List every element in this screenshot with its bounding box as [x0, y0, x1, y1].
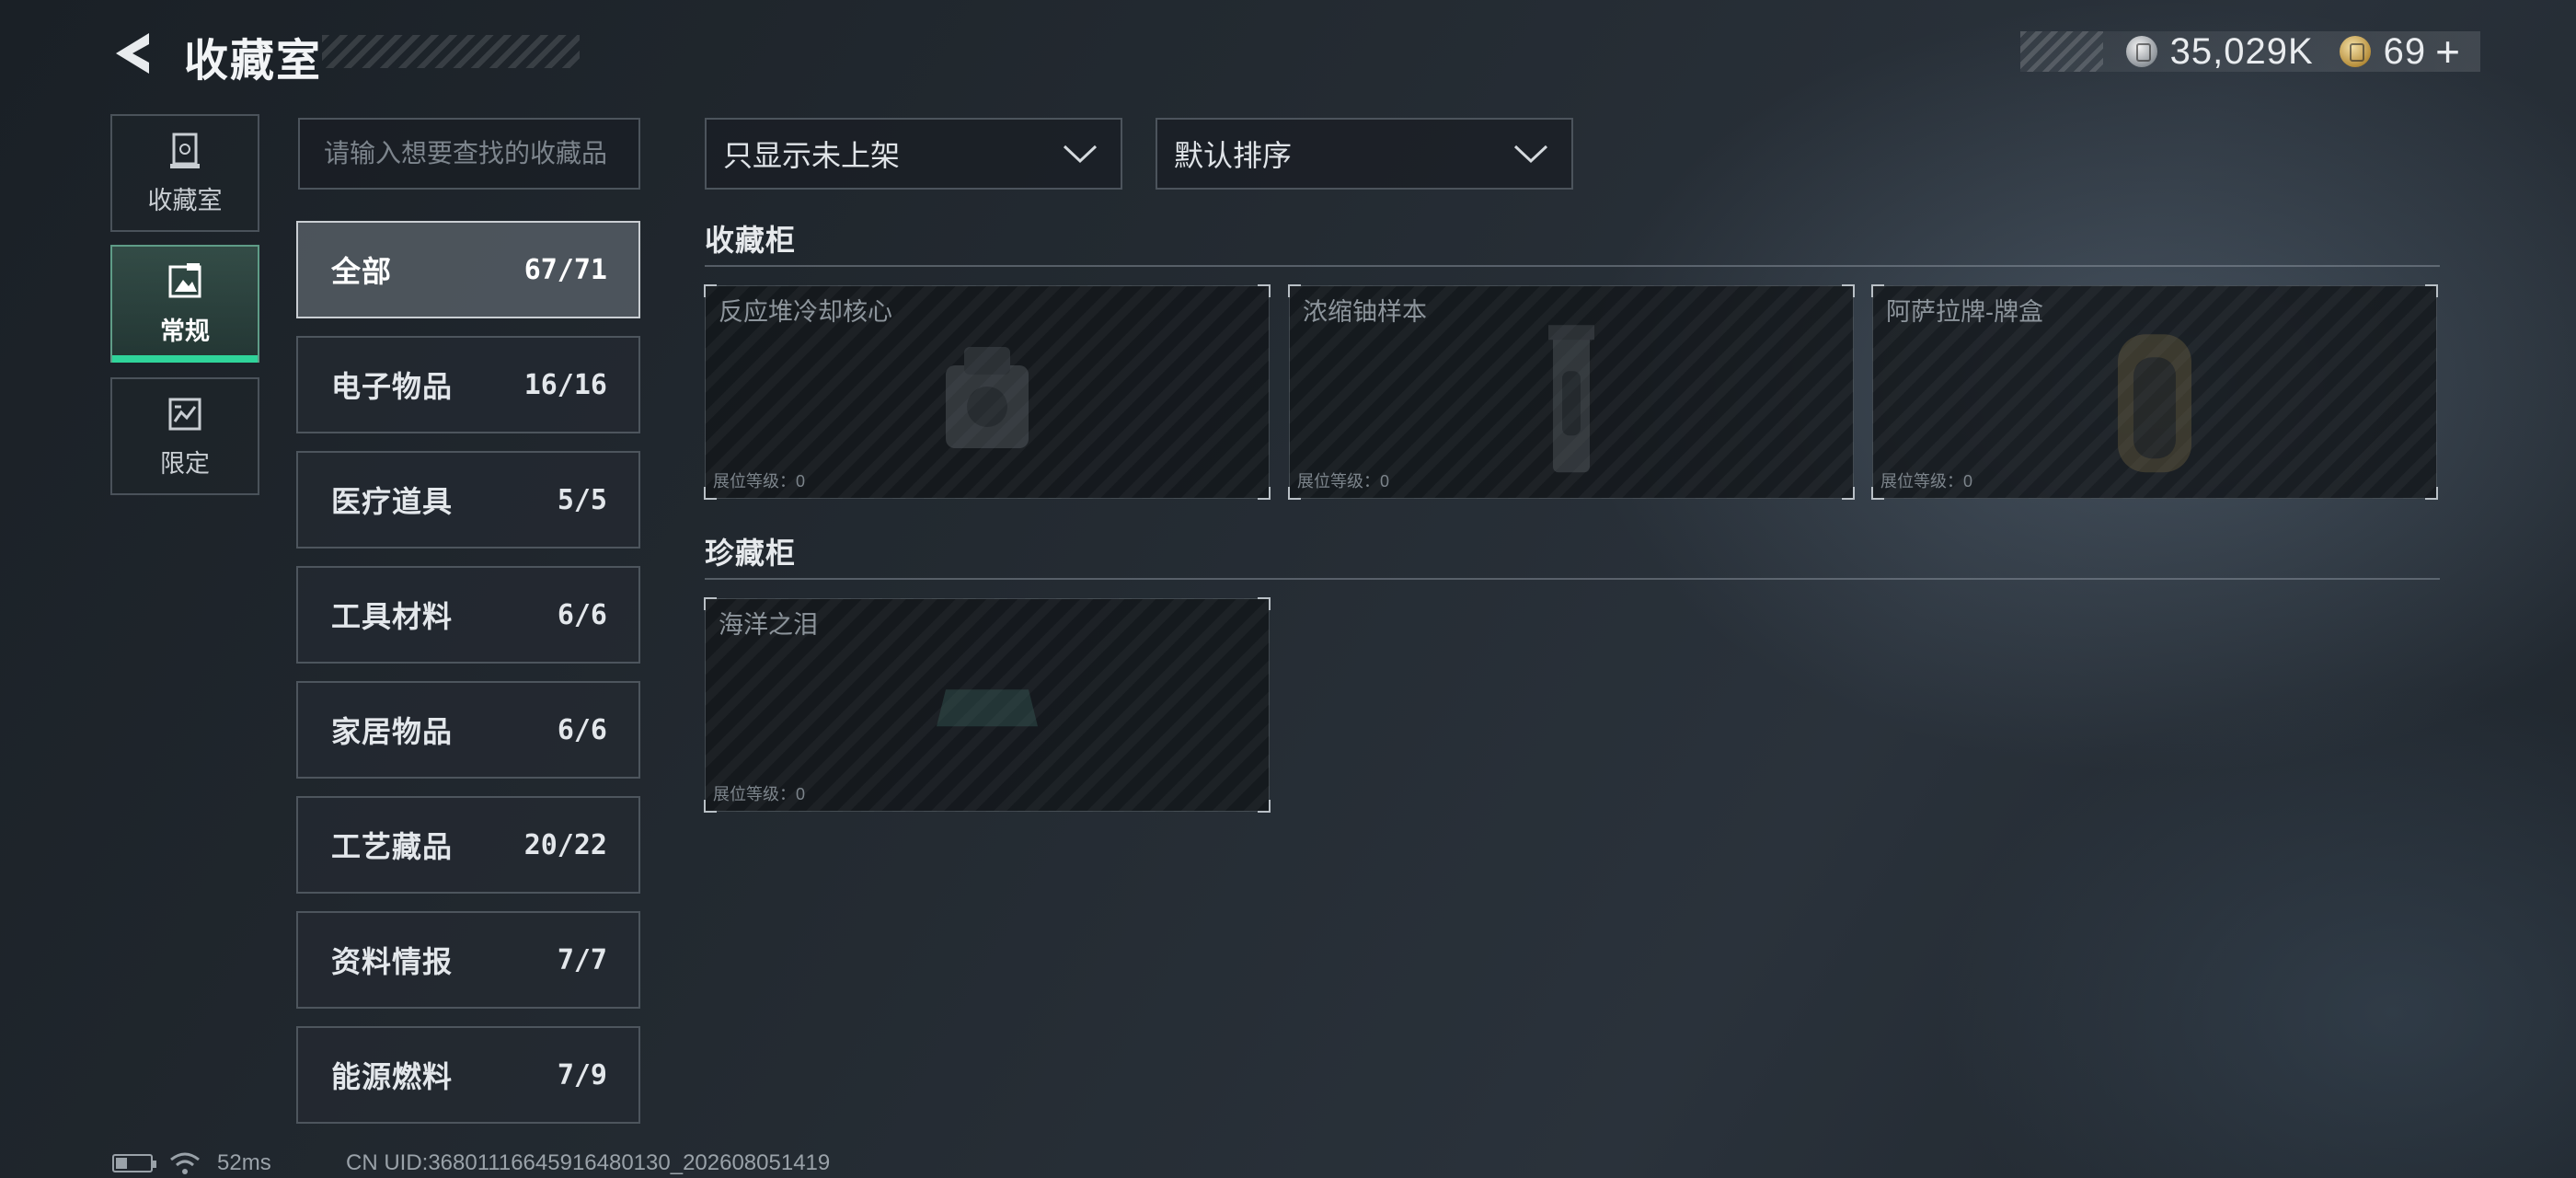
collection-card[interactable]: 反应堆冷却核心 展位等级：0	[704, 284, 1271, 500]
silver-currency-value: 35,029K	[2169, 30, 2314, 72]
display-case-icon	[170, 133, 200, 168]
collection-card[interactable]: 海洋之泪 展位等级：0	[704, 597, 1271, 813]
category-tools[interactable]: 工具材料 6/6	[296, 566, 640, 664]
category-intel[interactable]: 资料情报 7/7	[296, 911, 640, 1009]
category-energy[interactable]: 能源燃料 7/9	[296, 1026, 640, 1124]
category-all[interactable]: 全部 67/71	[296, 221, 640, 318]
back-arrow-icon	[116, 33, 149, 74]
category-name: 资料情报	[331, 945, 454, 978]
sort-dropdown[interactable]: 默认排序	[1156, 118, 1573, 190]
chevron-down-icon	[1063, 144, 1098, 164]
category-name: 工艺藏品	[331, 830, 454, 863]
dropdown-value: 默认排序	[1174, 139, 1293, 172]
currency-bar: 35,029K 69 +	[2020, 28, 2480, 75]
card-level: 展位等级：0	[1297, 472, 1390, 491]
category-household[interactable]: 家居物品 6/6	[296, 681, 640, 779]
nav-item-collection-room[interactable]: 收藏室	[110, 114, 259, 232]
display-filter-dropdown[interactable]: 只显示未上架	[705, 118, 1122, 190]
category-name: 工具材料	[331, 600, 454, 633]
card-level: 展位等级：0	[1880, 472, 1973, 491]
active-indicator	[112, 355, 258, 363]
category-name: 能源燃料	[331, 1060, 454, 1093]
category-count: 67/71	[523, 253, 607, 286]
card-name: 阿萨拉牌-牌盒	[1886, 298, 2043, 326]
category-electronics[interactable]: 电子物品 16/16	[296, 336, 640, 433]
wifi-icon	[170, 1152, 200, 1174]
ping-value: 52ms	[217, 1150, 271, 1175]
section-title: 收藏柜	[705, 224, 797, 257]
nav-label: 收藏室	[147, 186, 223, 214]
category-count: 7/7	[557, 943, 607, 976]
category-medical[interactable]: 医疗道具 5/5	[296, 451, 640, 549]
chevron-down-icon	[1513, 144, 1548, 164]
card-level: 展位等级：0	[713, 785, 806, 803]
search-input[interactable]	[298, 118, 640, 190]
currency-decoration	[2020, 31, 2103, 72]
card-name: 浓缩铀样本	[1303, 298, 1427, 326]
nav-label: 限定	[160, 449, 210, 478]
category-count: 7/9	[557, 1058, 607, 1091]
category-name: 医疗道具	[331, 485, 454, 518]
silver-coin-icon	[2125, 36, 2157, 67]
nav-label: 常规	[160, 317, 210, 345]
category-crafts[interactable]: 工艺藏品 20/22	[296, 796, 640, 894]
category-count: 5/5	[557, 483, 607, 516]
uranium-sample-icon	[1548, 325, 1594, 473]
status-bar: 52ms	[112, 1150, 271, 1176]
section-divider	[705, 265, 2440, 267]
card-level: 展位等级：0	[713, 472, 806, 491]
dropdown-value: 只显示未上架	[723, 139, 901, 172]
card-box-icon	[2118, 334, 2191, 473]
category-name: 全部	[331, 255, 393, 288]
collection-card[interactable]: 浓缩铀样本 展位等级：0	[1288, 284, 1855, 500]
card-name: 海洋之泪	[719, 611, 818, 639]
collection-card[interactable]: 阿萨拉牌-牌盒 展位等级：0	[1871, 284, 2438, 500]
title-decoration	[322, 35, 580, 68]
section-divider	[705, 578, 2440, 580]
gold-currency-value: 69	[2383, 30, 2427, 72]
battery-icon	[112, 1154, 156, 1172]
card-name: 反应堆冷却核心	[719, 298, 892, 326]
page-title: 收藏室	[184, 37, 323, 86]
category-count: 20/22	[523, 828, 607, 861]
reactor-core-icon	[946, 347, 1029, 448]
category-name: 家居物品	[331, 715, 454, 748]
category-name: 电子物品	[331, 370, 454, 403]
image-frame-icon	[168, 262, 201, 297]
category-count: 6/6	[557, 598, 607, 631]
back-button[interactable]	[109, 28, 160, 79]
gold-coin-icon	[2339, 36, 2371, 67]
category-count: 6/6	[557, 713, 607, 746]
gem-icon	[937, 689, 1038, 727]
limited-frame-icon	[168, 398, 201, 430]
add-currency-button[interactable]: +	[2435, 27, 2460, 76]
category-count: 16/16	[523, 368, 607, 401]
section-title: 珍藏柜	[705, 537, 797, 570]
nav-item-limited[interactable]: 限定	[110, 377, 259, 495]
nav-item-regular[interactable]: 常规	[110, 245, 259, 363]
user-id: CN UID:36801116645916480130_202608051419	[346, 1150, 831, 1175]
